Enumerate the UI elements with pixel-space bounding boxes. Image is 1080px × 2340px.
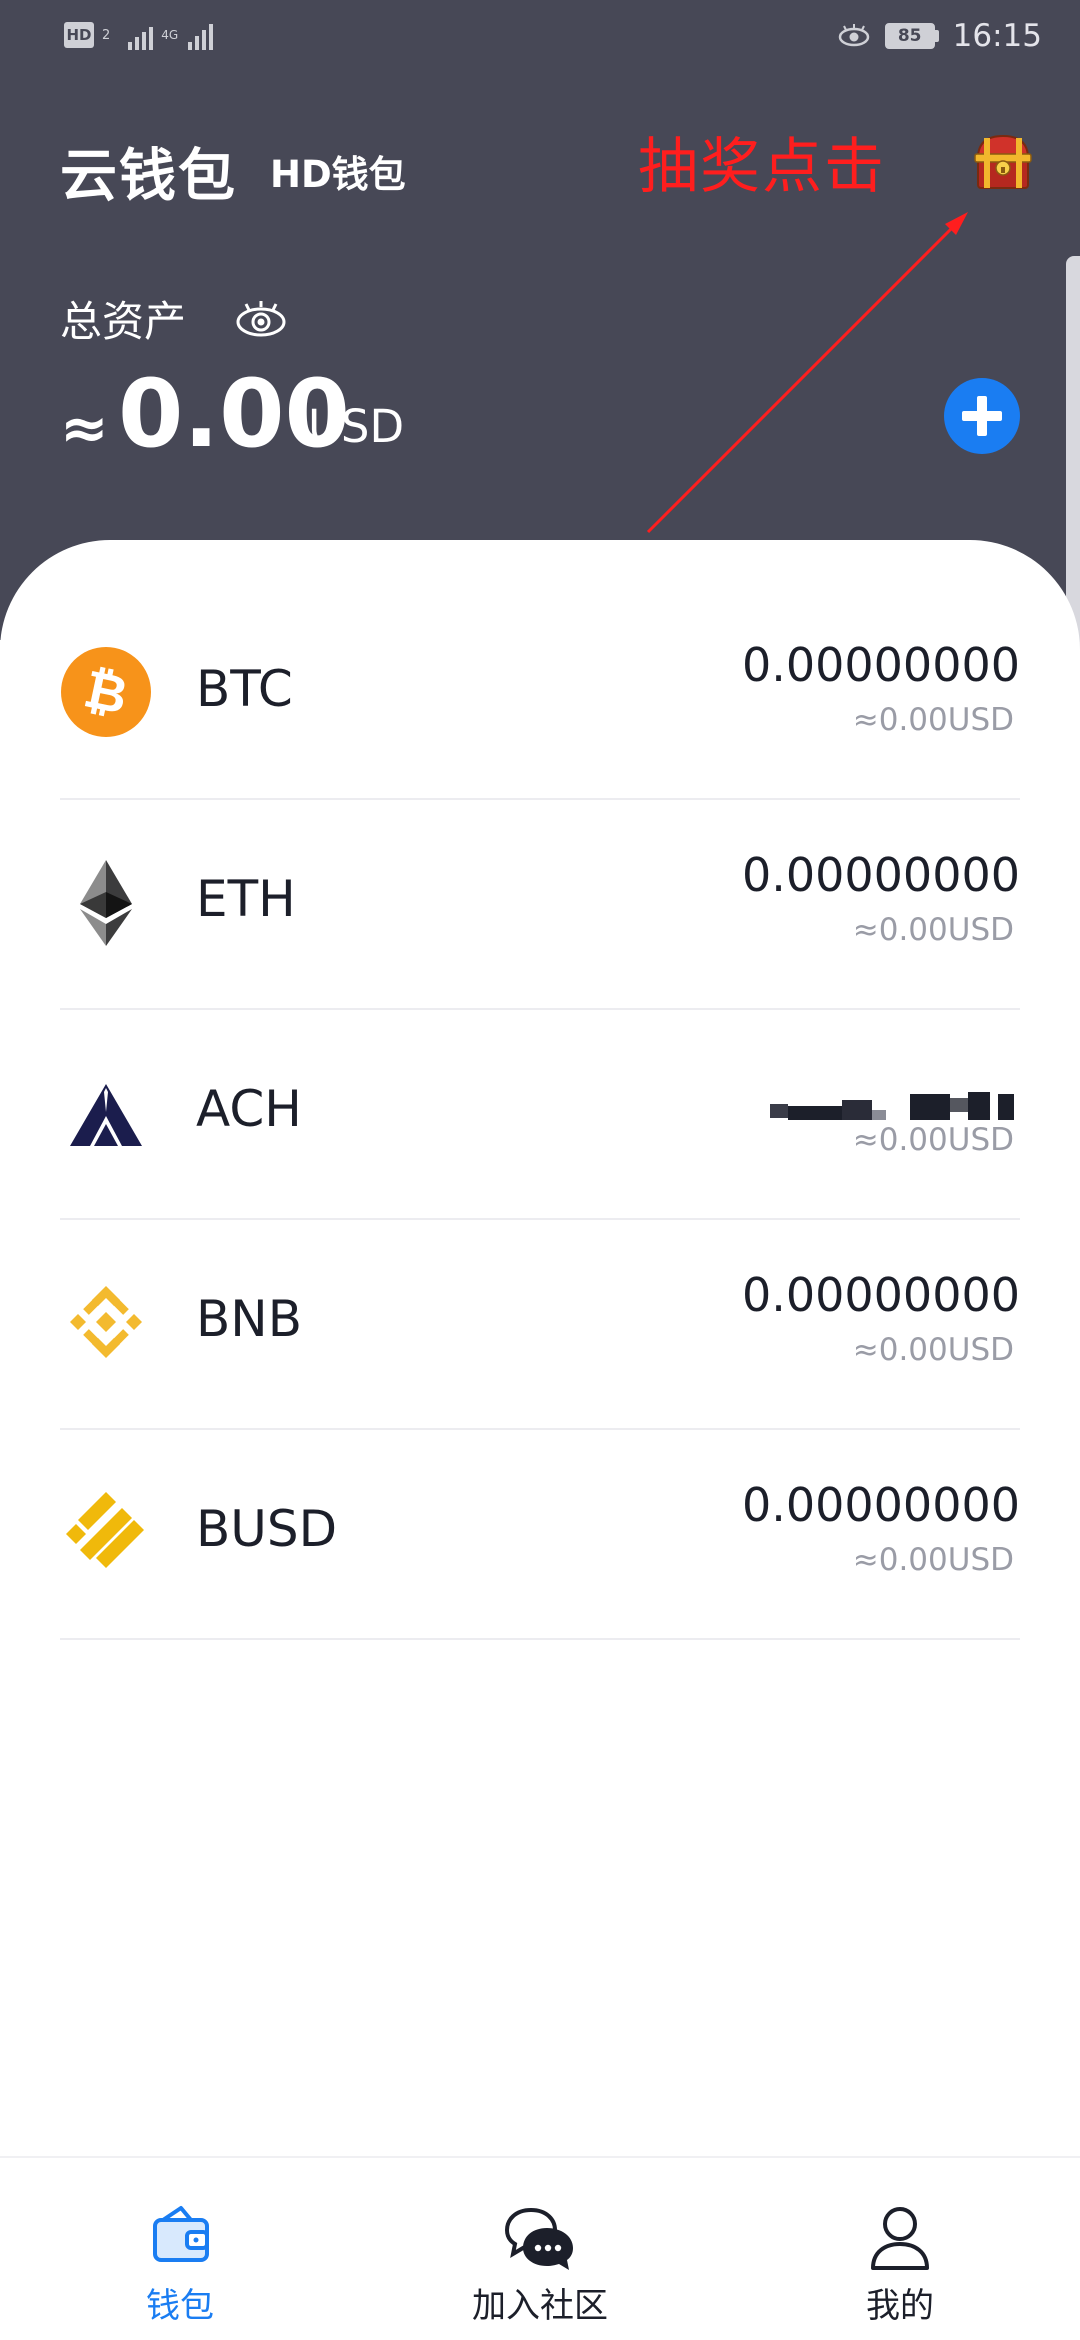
token-fiat-value: ≈0.00USD: [852, 1332, 1014, 1368]
token-fiat-value: ≈0.00USD: [852, 1122, 1014, 1158]
total-assets-label: 总资产: [60, 297, 187, 346]
nav-label-wallet: 钱包: [146, 2286, 214, 2326]
token-fiat-value: ≈0.00USD: [852, 702, 1014, 738]
bottom-nav: 钱包 加入社区 我的: [0, 2156, 1080, 2340]
status-bar: HD 2 4G 85 16:15: [0, 0, 1080, 80]
wallet-icon: [153, 2206, 209, 2262]
ethereum-icon: [80, 860, 132, 946]
token-symbol: BTC: [196, 660, 293, 718]
token-row-btc[interactable]: ₿ BTC 0.00000000 ≈0.00USD: [60, 590, 1020, 800]
treasure-chest-icon[interactable]: [970, 130, 1036, 196]
wallet-type-switch[interactable]: HD钱包: [270, 144, 406, 198]
token-amount: 0.00000000: [741, 1268, 1020, 1322]
token-row-busd[interactable]: BUSD 0.00000000 ≈0.00USD: [60, 1430, 1020, 1640]
clock: 16:15: [952, 18, 1042, 54]
token-amount: 0.00000000: [741, 848, 1020, 902]
sim1-signal-icon: [128, 20, 154, 50]
token-symbol: ACH: [196, 1080, 302, 1138]
add-token-button[interactable]: [944, 378, 1020, 454]
chat-bubbles-icon: [504, 2207, 573, 2270]
nav-item-mine[interactable]: 我的: [720, 2158, 1080, 2340]
user-icon: [871, 2207, 929, 2270]
token-list: ₿ BTC 0.00000000 ≈0.00USD ETH 0.00000000…: [60, 590, 1020, 1640]
hd-voice-icon: HD: [64, 22, 94, 48]
busd-icon: [66, 1492, 144, 1568]
alchemy-pay-icon: [70, 1084, 142, 1146]
token-fiat-value: ≈0.00USD: [852, 1542, 1014, 1578]
sim2-signal-icon: [188, 20, 214, 50]
bnb-icon: [70, 1286, 142, 1358]
approx-symbol: ≈: [60, 394, 109, 462]
network-type: 4G: [161, 28, 179, 42]
token-symbol: ETH: [196, 870, 296, 928]
token-row-ach[interactable]: ACH ≈0.00USD: [60, 1010, 1020, 1220]
eye-visibility-icon[interactable]: [234, 298, 288, 340]
nav-label-community: 加入社区: [472, 2286, 608, 2326]
nav-item-wallet[interactable]: 钱包: [0, 2158, 360, 2340]
battery-icon: 85: [884, 23, 939, 49]
token-row-eth[interactable]: ETH 0.00000000 ≈0.00USD: [60, 800, 1020, 1010]
token-row-bnb[interactable]: BNB 0.00000000 ≈0.00USD: [60, 1220, 1020, 1430]
hd-sub-label: 2: [102, 27, 111, 43]
total-assets-unit: USD: [308, 400, 405, 453]
token-amount: 0.00000000: [741, 638, 1020, 692]
battery-level: 85: [884, 23, 935, 49]
nav-label-mine: 我的: [866, 2286, 934, 2326]
token-amount: 0.00000000: [741, 1478, 1020, 1532]
nav-item-community[interactable]: 加入社区: [360, 2158, 720, 2340]
page-title: 云钱包: [60, 143, 237, 209]
bitcoin-icon: ₿: [61, 647, 151, 737]
lottery-annotation: 抽奖点击: [638, 132, 886, 202]
eye-comfort-icon: [838, 24, 869, 47]
token-symbol: BUSD: [196, 1500, 338, 1558]
token-fiat-value: ≈0.00USD: [852, 912, 1014, 948]
token-symbol: BNB: [196, 1290, 303, 1348]
